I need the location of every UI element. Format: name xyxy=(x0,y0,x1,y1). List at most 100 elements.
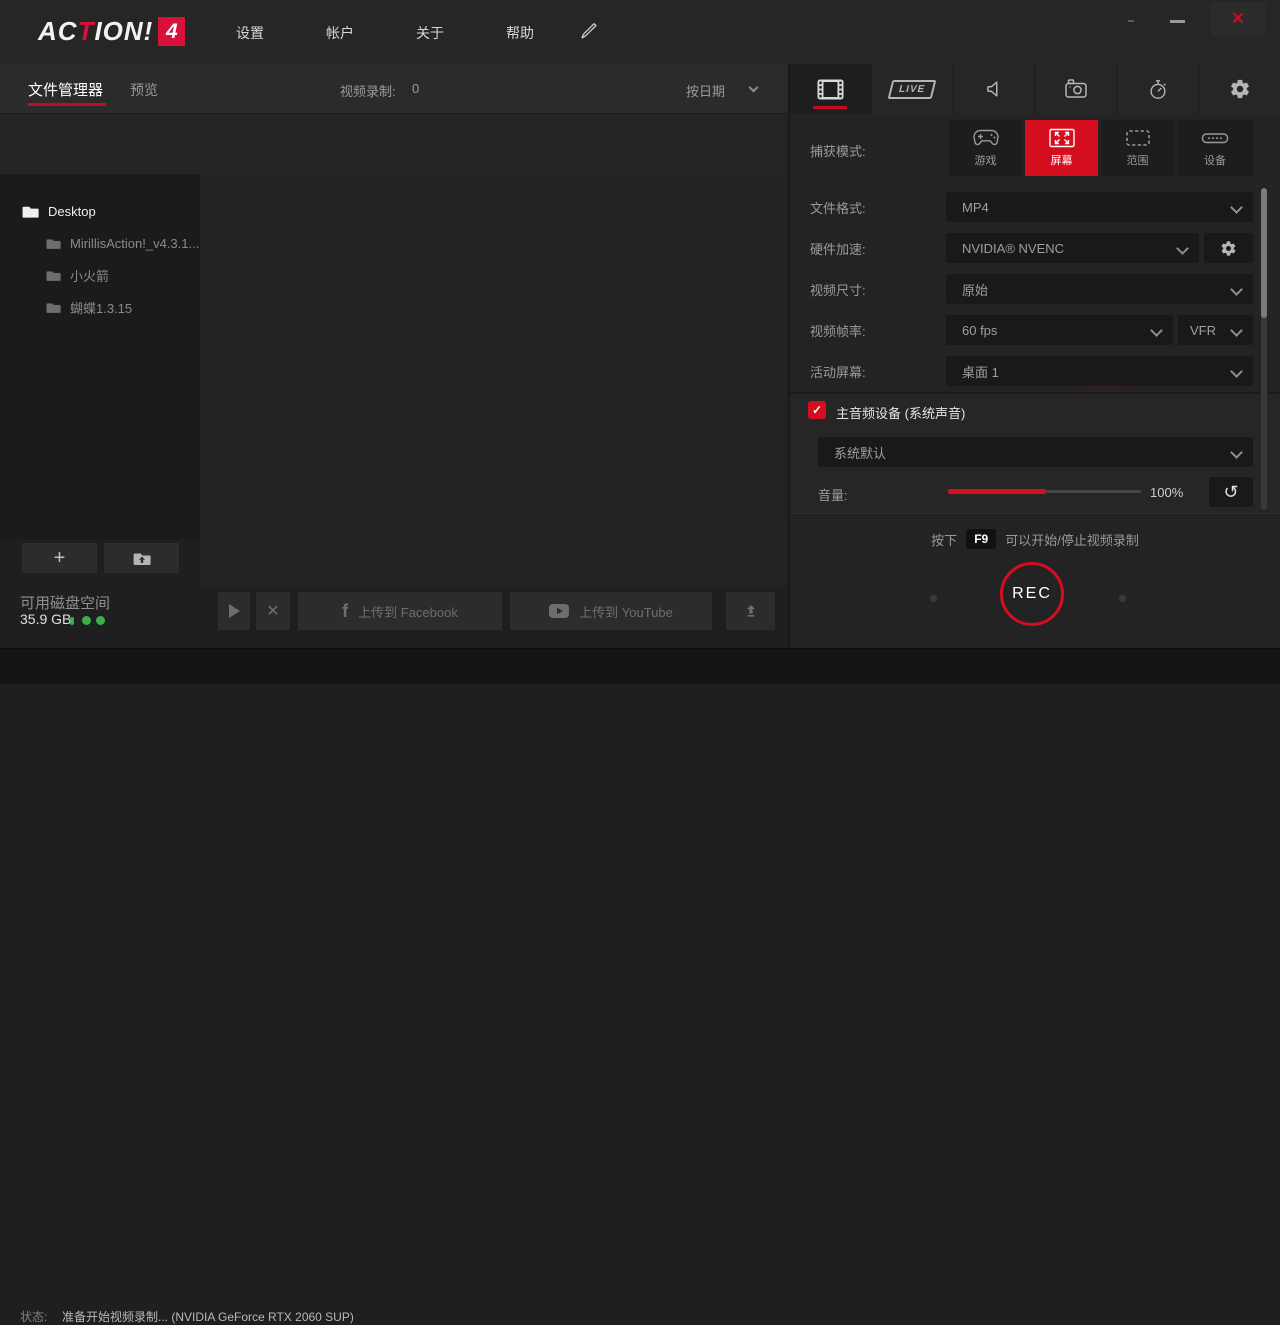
sort-by-date-dropdown[interactable]: 按日期 xyxy=(686,81,725,100)
tray-button[interactable] xyxy=(1128,20,1134,22)
delete-button[interactable]: ✕ xyxy=(256,592,290,630)
active-screen-label: 活动屏幕: xyxy=(810,362,866,381)
menu-settings[interactable]: 设置 xyxy=(236,23,264,43)
file-format-label: 文件格式: xyxy=(810,198,866,217)
primary-audio-label: 主音频设备 (系统声音) xyxy=(836,403,965,422)
tab-audio-recording[interactable] xyxy=(954,64,1035,114)
framerate-mode-value: VFR xyxy=(1190,323,1216,338)
encoder-settings-button[interactable] xyxy=(1204,233,1253,263)
gear-icon xyxy=(1220,240,1237,257)
volume-reset-button[interactable]: ↺ xyxy=(1209,477,1253,507)
gear-icon xyxy=(1229,78,1251,100)
file-format-dropdown[interactable]: MP4 xyxy=(946,192,1253,222)
menu-account[interactable]: 帐户 xyxy=(326,23,354,43)
file-format-value: MP4 xyxy=(962,200,989,215)
video-records-label: 视频录制: xyxy=(340,81,396,100)
export-button[interactable] xyxy=(726,592,775,630)
add-folder-button[interactable]: + xyxy=(22,543,97,573)
upload-facebook-button[interactable]: f 上传到 Facebook xyxy=(298,592,502,630)
tab-preview[interactable]: 预览 xyxy=(130,80,158,100)
mode-games-button[interactable]: 游戏 xyxy=(949,120,1022,176)
facebook-icon: f xyxy=(342,601,348,622)
hotkey-suffix: 可以开始/停止视频录制 xyxy=(1005,530,1139,549)
dim-dot xyxy=(1119,595,1126,602)
chevron-down-icon xyxy=(1230,283,1243,296)
logo-version-badge: 4 xyxy=(158,17,185,46)
hardware-accel-value: NVIDIA® NVENC xyxy=(962,241,1064,256)
close-icon: ✕ xyxy=(1231,9,1245,29)
mode-screen-button[interactable]: 屏幕 xyxy=(1025,120,1098,176)
folder-upload-icon xyxy=(133,551,151,566)
tree-item[interactable]: 蝴蝶1.3.15 xyxy=(0,292,200,322)
volume-label: 音量: xyxy=(818,485,848,504)
framerate-dropdown[interactable]: 60 fps xyxy=(946,315,1173,345)
disk-meter-dot xyxy=(82,616,91,625)
mode-device-button[interactable]: 设备 xyxy=(1177,120,1253,176)
video-size-dropdown[interactable]: 原始 xyxy=(946,274,1253,304)
stopwatch-icon xyxy=(1147,78,1169,101)
pen-icon[interactable] xyxy=(578,20,600,42)
chevron-down-icon xyxy=(1230,365,1243,378)
disk-meter-dot xyxy=(70,617,74,625)
rec-button[interactable]: REC xyxy=(1000,562,1064,626)
play-button[interactable] xyxy=(218,592,250,630)
active-screen-value: 桌面 1 xyxy=(962,362,999,381)
scrollbar-thumb[interactable] xyxy=(1261,188,1267,318)
tab-video-recording[interactable] xyxy=(790,64,871,114)
tab-live-streaming[interactable]: LIVE xyxy=(872,64,953,114)
tab-benchmark-timer[interactable] xyxy=(1117,64,1198,114)
hardware-accel-label: 硬件加速: xyxy=(810,239,866,258)
upload-youtube-button[interactable]: 上传到 YouTube xyxy=(510,592,712,630)
status-label: 状态: xyxy=(20,1308,47,1325)
mode-region-button[interactable]: 范围 xyxy=(1101,120,1174,176)
folder-icon xyxy=(46,301,61,314)
youtube-icon xyxy=(549,604,569,618)
logo-text-red: T xyxy=(78,16,95,47)
import-folder-button[interactable] xyxy=(104,543,179,573)
region-capture-icon xyxy=(1123,128,1153,148)
screen-capture-icon xyxy=(1047,128,1077,148)
live-icon: LIVE xyxy=(888,80,937,99)
tree-item[interactable]: MirillisAction!_v4.3.1... xyxy=(0,228,200,258)
rec-label: REC xyxy=(1012,585,1052,603)
audio-device-value: 系统默认 xyxy=(834,443,886,462)
primary-audio-checkbox[interactable]: ✓ xyxy=(808,401,826,419)
camera-icon xyxy=(1064,78,1088,100)
tab-settings[interactable] xyxy=(1199,64,1280,114)
volume-value: 100% xyxy=(1150,485,1183,500)
upload-youtube-label: 上传到 YouTube xyxy=(579,602,673,621)
tree-item-desktop[interactable]: Desktop xyxy=(0,196,200,226)
play-icon xyxy=(227,603,241,619)
upload-facebook-label: 上传到 Facebook xyxy=(358,602,458,621)
hardware-accel-dropdown[interactable]: NVIDIA® NVENC xyxy=(946,233,1199,263)
disk-meter-dot xyxy=(96,616,105,625)
audio-device-dropdown[interactable]: 系统默认 xyxy=(818,437,1253,467)
video-size-label: 视频尺寸: xyxy=(810,280,866,299)
minimize-button[interactable] xyxy=(1170,20,1185,23)
status-bar: 状态: 准备开始视频录制... (NVIDIA GeForce RTX 2060… xyxy=(0,648,1280,684)
volume-slider-fill[interactable] xyxy=(948,489,1046,494)
hotkey-hint: 按下 F9 可以开始/停止视频录制 xyxy=(800,527,1270,551)
folder-icon xyxy=(46,237,61,250)
menu-help[interactable]: 帮助 xyxy=(506,23,534,43)
tree-item[interactable]: 小火箭 xyxy=(0,260,200,290)
active-screen-dropdown[interactable]: 桌面 1 xyxy=(946,356,1253,386)
active-tab-underline xyxy=(28,103,106,106)
status-text: 准备开始视频录制... (NVIDIA GeForce RTX 2060 SUP… xyxy=(62,1308,354,1325)
framerate-label: 视频帧率: xyxy=(810,321,866,340)
framerate-mode-dropdown[interactable]: VFR xyxy=(1178,315,1253,345)
framerate-value: 60 fps xyxy=(962,323,997,338)
tree-item-label: Desktop xyxy=(48,204,96,219)
tab-screenshots[interactable] xyxy=(1035,64,1116,114)
chevron-down-icon xyxy=(1230,201,1243,214)
tab-file-manager[interactable]: 文件管理器 xyxy=(28,79,103,100)
close-button[interactable]: ✕ xyxy=(1210,2,1266,36)
volume-slider-track[interactable] xyxy=(1046,490,1141,493)
menu-about[interactable]: 关于 xyxy=(416,23,444,43)
mode-label: 游戏 xyxy=(975,152,997,168)
device-capture-icon xyxy=(1200,128,1230,148)
x-icon: ✕ xyxy=(266,601,279,621)
logo-text: ION! xyxy=(94,16,153,47)
plus-icon: + xyxy=(54,547,66,570)
check-icon: ✓ xyxy=(812,403,822,417)
